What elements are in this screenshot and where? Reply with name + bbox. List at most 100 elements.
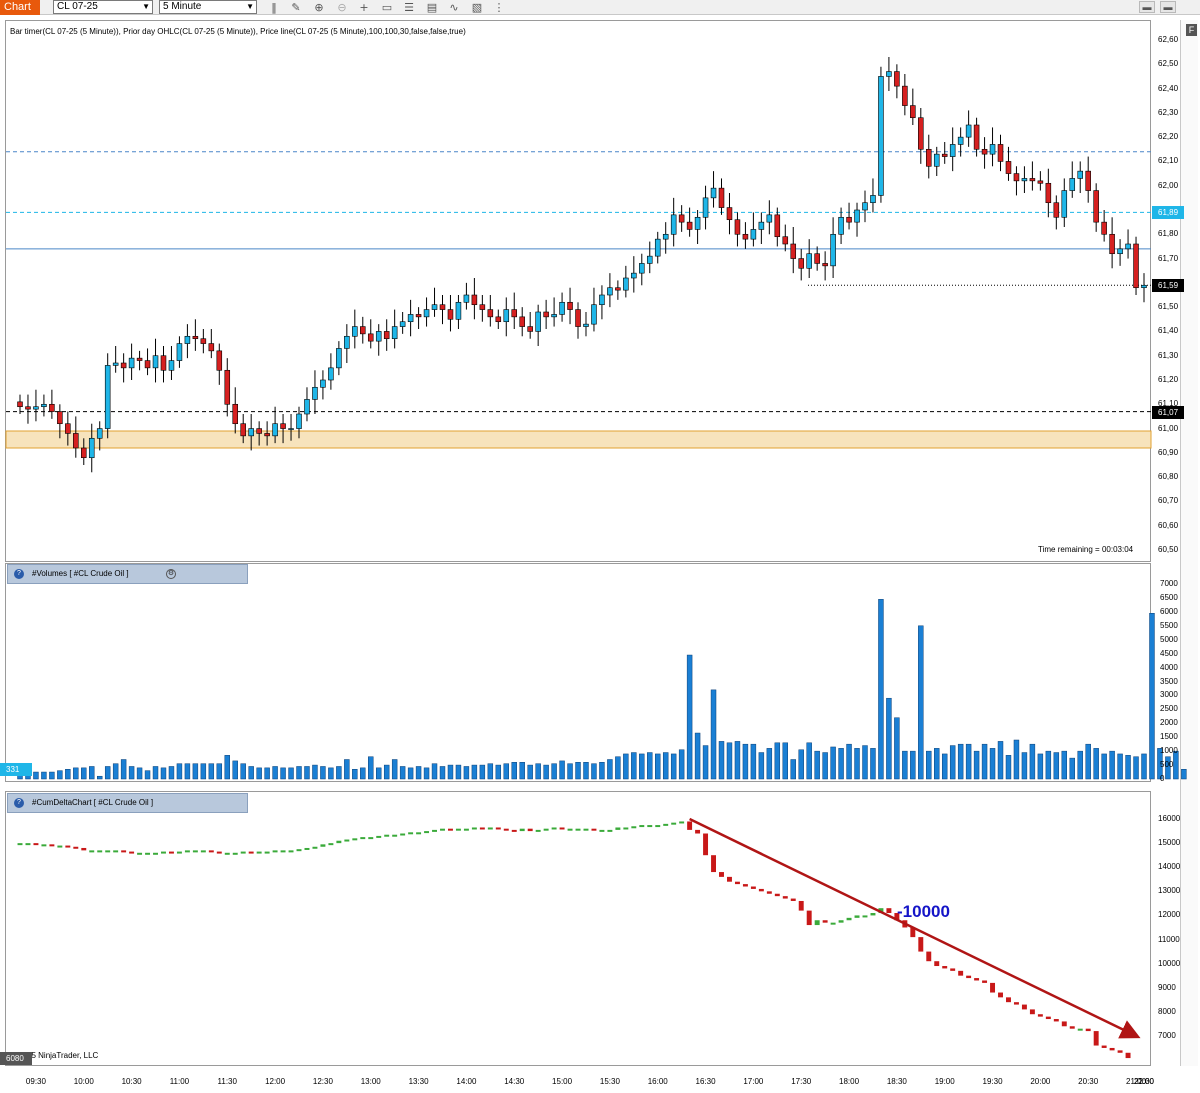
candle-body [870, 195, 876, 204]
delta-tick-label: 10000 [1158, 958, 1181, 968]
candle-body [296, 413, 302, 429]
delta-bar [942, 966, 948, 969]
delta-bar [591, 828, 597, 831]
candle [73, 416, 79, 458]
candle [925, 134, 932, 179]
delta-bar [998, 992, 1003, 998]
candle-body [463, 294, 470, 303]
candle-body [1093, 190, 1099, 223]
volume-tick-label: 500 [1160, 760, 1174, 770]
volume-panel-title[interactable]: ? #Volumes [ #CL Crude Oil ] ⚙ [7, 564, 248, 584]
volume-tick-label: 2000 [1160, 718, 1178, 728]
candle [631, 256, 637, 293]
delta-bar [575, 828, 581, 831]
volume-bar [997, 741, 1004, 780]
candle-body [878, 76, 884, 196]
delta-bar [479, 827, 485, 830]
delta-bar [184, 850, 190, 853]
candle [423, 297, 430, 327]
candle-body [176, 343, 183, 361]
candle [144, 348, 151, 376]
candle [910, 88, 916, 125]
candle-body [631, 272, 637, 279]
delta-panel-title[interactable]: ? #CumDeltaChart [ #CL Crude Oil ] [7, 793, 248, 813]
volume-bar [862, 745, 868, 780]
time-tick-label: 19:30 [982, 1077, 1003, 1086]
delta-bar [599, 829, 605, 832]
candle-body [670, 214, 677, 235]
candle-body [192, 335, 199, 340]
volume-bar [33, 771, 39, 780]
delta-bar [862, 915, 868, 918]
candle [878, 66, 884, 203]
candle-body [814, 253, 820, 264]
candle-body [57, 411, 63, 425]
volume-bar [718, 741, 725, 780]
settings-icon[interactable]: ⚙ [166, 569, 176, 579]
volume-bar [973, 750, 980, 780]
volume-bar [1141, 753, 1147, 780]
candle-body [519, 316, 525, 327]
candle-body [407, 314, 414, 323]
volume-tick-label: 6000 [1160, 606, 1178, 616]
candle-body [750, 229, 757, 240]
candle [120, 353, 127, 383]
candle [160, 346, 167, 383]
volume-bar [1133, 756, 1139, 780]
candle-body [96, 428, 103, 439]
delta-bar [384, 834, 390, 837]
delta-bar [240, 851, 246, 854]
candle [567, 287, 573, 325]
candle [312, 370, 318, 414]
delta-bar [336, 840, 342, 844]
candle [981, 137, 988, 169]
delta-bar [1021, 1004, 1027, 1010]
candle-body [894, 71, 900, 87]
volume-bar [200, 763, 207, 780]
candle-body [830, 233, 836, 267]
candle [352, 309, 358, 349]
volume-bar [479, 764, 486, 780]
price-tick-label: 60,50 [1158, 545, 1179, 554]
delta-bar [503, 828, 509, 831]
candle-body [591, 304, 597, 325]
delta-bar [990, 982, 996, 993]
candle-body [144, 360, 151, 369]
candle-body [336, 348, 342, 369]
volume-bar [1069, 757, 1075, 780]
candle [997, 134, 1004, 172]
volume-tick-label: 3500 [1160, 676, 1178, 686]
volume-bar [49, 771, 55, 780]
volume-bar [822, 752, 828, 780]
candle [862, 190, 868, 223]
candle [1133, 236, 1139, 295]
volume-title-text: #Volumes [ #CL Crude Oil ] [32, 569, 129, 578]
delta-bar [711, 855, 717, 873]
trend-arrow-line [689, 817, 1141, 1039]
candle [830, 217, 836, 278]
candle-body [981, 148, 988, 155]
volume-bar [391, 759, 398, 780]
volume-bar [1109, 750, 1115, 780]
price-tick-label: 62,20 [1158, 132, 1179, 142]
candle [439, 295, 446, 325]
volume-bar [1037, 753, 1044, 780]
volume-bar [1005, 755, 1012, 780]
candle-body [168, 360, 175, 371]
delta-bar [137, 852, 143, 855]
delta-bar [463, 828, 469, 831]
candle-body [607, 287, 613, 296]
volume-bar [81, 767, 87, 780]
time-tick-label: 10:30 [121, 1077, 142, 1086]
candle [575, 302, 581, 339]
delta-bar [288, 850, 294, 853]
price-tick-label: 62,60 [1158, 35, 1179, 44]
prior-day-zone [5, 430, 1152, 449]
delta-bar [33, 843, 39, 846]
delta-bar [551, 827, 557, 830]
candle-body [551, 314, 557, 318]
delta-bar [974, 978, 980, 981]
volume-bar [559, 760, 565, 780]
delta-bar [742, 884, 748, 887]
candle-body [838, 216, 844, 235]
